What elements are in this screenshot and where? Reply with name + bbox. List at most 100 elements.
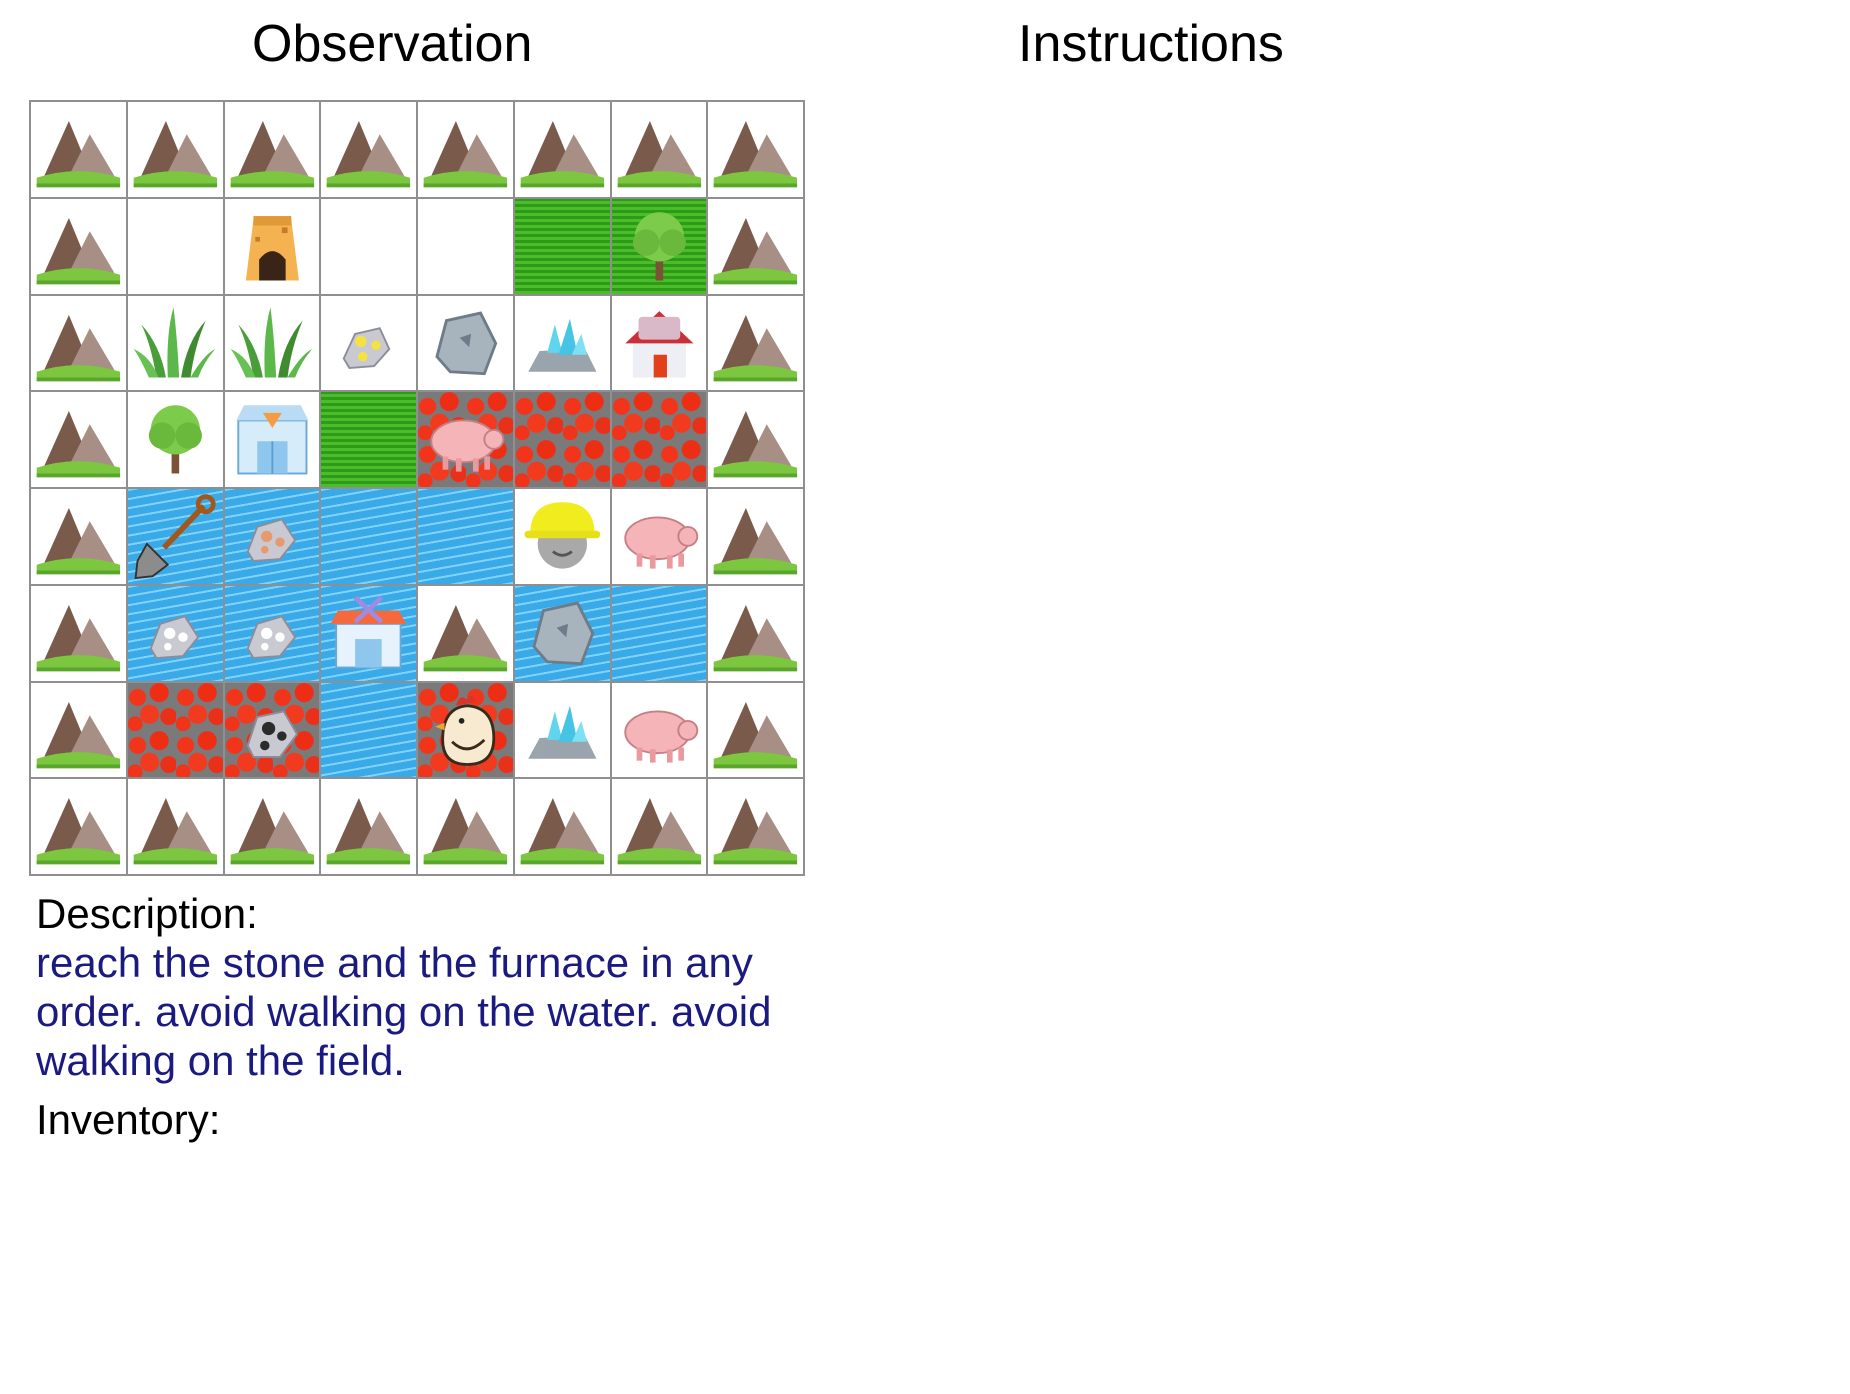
grid-cell-r7-c0 [31,779,126,874]
mountain-icon [133,120,217,188]
grid-cell-r0-c4 [418,102,513,197]
grid-cell-r1-c0 [31,198,126,294]
grid-cell-r0-c2 [224,102,320,197]
grid-cell-r4-c7 [708,489,803,584]
chicken-icon [435,695,496,766]
grid-cell-r7-c2 [224,779,320,874]
grid-cell-r1-c2 [224,198,320,294]
mountain-icon [713,314,798,381]
grid-cell-r7-c4 [418,779,513,874]
mountain-icon [520,798,604,865]
grid-cell-r2-c0 [31,295,126,391]
grid-cell-r0-c5 [514,102,610,197]
grid-cell-r7-c7 [708,779,803,874]
grid-cell-r2-c5 [514,295,610,391]
mountain-icon [36,798,121,865]
grid-cell-r4-c3 [321,489,416,584]
grid-cell-r5-c2 [224,585,320,681]
grid-cell-r4-c5 [514,489,610,584]
grid-cell-r2-c3 [321,295,416,391]
tall-grass-icon [133,306,215,377]
grid-cell-r3-c1 [127,392,223,487]
house-icon [624,310,693,377]
grid-cell-r1-c6 [611,198,707,294]
observation-grid [29,100,805,876]
grid-cell-r2-c1 [127,295,223,391]
mountain-icon [713,217,798,285]
grid-cell-r1-c3 [321,198,416,294]
grid-cell-r5-c7 [708,585,803,681]
grid-cell-r5-c3 [321,585,416,681]
grid-cell-r0-c7 [708,102,803,197]
mountain-icon [713,411,798,478]
grid-cell-r6-c4 [418,682,513,778]
silver-ore-icon [149,614,200,659]
grid-cell-r3-c0 [31,392,126,487]
mountain-icon [326,120,411,188]
tall-grass-icon [230,306,312,377]
coal-ore-icon [246,709,298,758]
mountain-icon [423,604,508,672]
player-icon [524,502,601,569]
grid-cell-r0-c1 [127,102,223,197]
grid-cell-r3-c2 [224,392,320,487]
grid-cell-r2-c6 [611,295,707,391]
mountain-icon [423,798,508,865]
mountain-icon [326,798,411,865]
furnace-icon [245,215,299,281]
grid-cell-r7-c3 [321,779,416,874]
grid-cell-r1-c7 [708,198,803,294]
grid-cell-r5-c6 [611,585,707,681]
grid-cell-r2-c4 [418,295,513,391]
grid-cell-r4-c4 [418,489,513,584]
grid-cell-r5-c0 [31,585,126,681]
grid-cell-r4-c2 [224,489,320,584]
mountain-icon [36,411,121,478]
grid-cell-r6-c7 [708,682,803,778]
grid-cell-r6-c1 [127,682,223,778]
diamond-icon [528,705,597,759]
mountain-icon [520,120,604,188]
grid-cell-r6-c0 [31,682,126,778]
grid-cell-r7-c6 [611,779,707,874]
grid-cell-r4-c1 [127,489,223,584]
grid-cell-r1-c1 [127,198,223,294]
grid-cell-r6-c5 [514,682,610,778]
grid-cell-r7-c5 [514,779,610,874]
shop-icon [235,405,308,475]
mountain-icon [617,798,701,865]
grid-cell-r6-c6 [611,682,707,778]
grid-cell-r1-c5 [514,198,610,294]
grid-cell-r6-c3 [321,682,416,778]
mountain-icon [713,120,798,188]
grid-cell-r4-c0 [31,489,126,584]
mountain-icon [230,120,314,188]
grid-cell-r6-c2 [224,682,320,778]
mountain-icon [617,120,701,188]
shovel-icon [134,494,216,580]
gold-ore-icon [342,326,391,369]
mountain-icon [36,314,121,381]
observation-title: Observation [252,15,533,73]
tree-icon [632,212,686,281]
grid-cell-r5-c4 [418,585,513,681]
grid-cell-r7-c1 [127,779,223,874]
mountain-icon [36,217,121,285]
silver-ore-icon [246,614,296,659]
grid-cell-r5-c5 [514,585,610,681]
grid-cell-r4-c6 [611,489,707,584]
grid-cell-r3-c6 [611,392,707,487]
diamond-icon [528,318,597,372]
grid-cell-r3-c4 [418,392,513,487]
mountain-icon [713,701,798,768]
pig-icon [623,516,698,569]
mountain-icon [713,604,798,672]
grid-cell-r0-c6 [611,102,707,197]
grid-cell-r2-c7 [708,295,803,391]
stone-icon [435,310,498,375]
inventory-label: Inventory: [36,1096,221,1143]
iron-ore-icon [246,518,296,562]
pig-icon [623,709,698,763]
grid-cell-r0-c0 [31,102,126,197]
grid-cell-r3-c5 [514,392,610,487]
